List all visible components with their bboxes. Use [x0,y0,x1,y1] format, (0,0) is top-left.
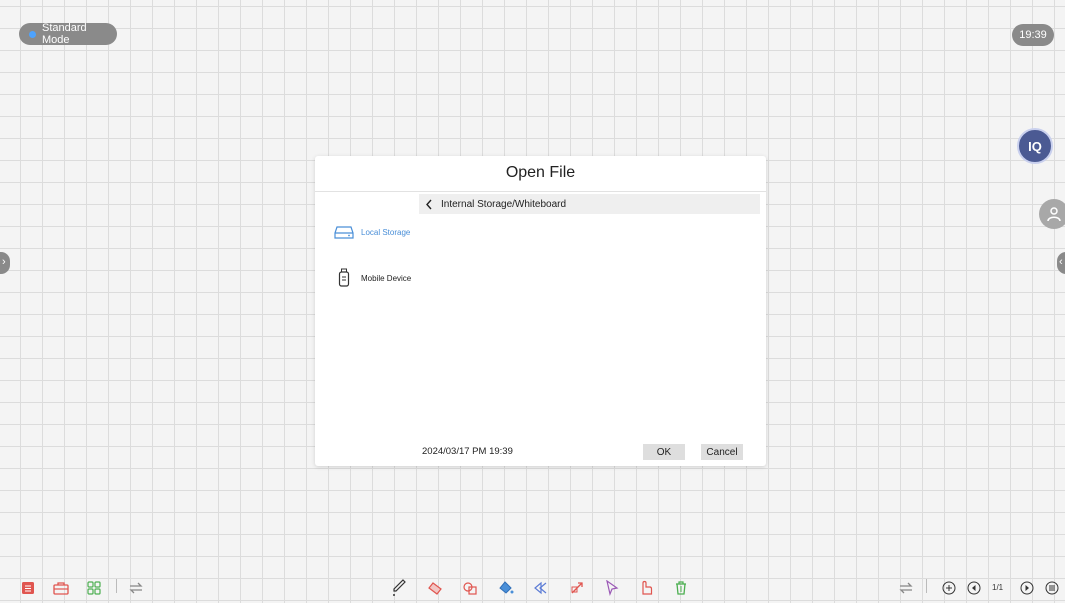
user-icon [1047,207,1061,222]
toolbox-icon[interactable] [52,579,70,597]
back-icon[interactable] [421,199,437,210]
mode-indicator[interactable]: Standard Mode [19,22,117,46]
iq-logo-icon: IQ [1028,138,1042,154]
iq-assistant-button[interactable]: IQ [1017,128,1053,164]
hard-drive-icon [333,224,355,240]
source-local-storage[interactable]: Local Storage [333,224,410,240]
cancel-button[interactable]: Cancel [701,444,743,460]
multi-touch-icon[interactable] [637,579,655,597]
switch-icon[interactable] [127,579,145,597]
source-label: Local Storage [361,227,411,237]
eraser-icon[interactable] [426,579,444,597]
next-page-icon[interactable] [1018,579,1036,597]
path-text: Internal Storage/Whiteboard [441,198,567,210]
open-file-dialog: Open File Internal Storage/Whiteboard Lo… [315,156,766,466]
left-panel-handle[interactable]: › [0,252,10,274]
list-icon[interactable] [1043,579,1061,597]
dialog-divider [315,191,766,192]
select-icon[interactable] [603,579,621,597]
dialog-title: Open File [505,164,576,181]
switch-icon[interactable] [897,579,915,597]
clock-badge: 19:39 [1012,24,1054,46]
right-panel-handle[interactable]: ‹ [1057,252,1065,274]
mode-label: Standard Mode [41,22,87,46]
apps-icon[interactable] [85,579,103,597]
redo-icon[interactable] [568,579,586,597]
file-timestamp: 2024/03/17 PM 19:39 [422,446,513,457]
pen-icon[interactable] [390,579,408,597]
user-button[interactable] [1039,199,1065,229]
source-mobile-device[interactable]: Mobile Device [333,268,411,288]
clock-text: 19:39 [1019,29,1047,41]
ok-button[interactable]: OK [643,444,685,460]
page-counter: 1/1 [992,583,1004,592]
shapes-icon[interactable] [461,579,479,597]
toolbar-divider [926,579,927,593]
fill-icon[interactable] [497,579,515,597]
bottom-toolbar: 1/1 [0,570,1065,603]
undo-icon[interactable] [533,579,551,597]
usb-drive-icon [333,268,355,288]
clear-icon[interactable] [672,579,690,597]
toolbar-divider [116,579,117,593]
left-arrow-icon: › [2,256,6,268]
mode-dot-icon [29,30,36,38]
previous-page-icon[interactable] [965,579,983,597]
next-page-arrow-icon [1020,581,1034,595]
right-arrow-icon: ‹ [1059,256,1063,268]
new-page-icon[interactable] [940,579,958,597]
path-bar: Internal Storage/Whiteboard [419,194,760,214]
menu-icon[interactable] [19,579,37,597]
source-label: Mobile Device [361,273,412,283]
